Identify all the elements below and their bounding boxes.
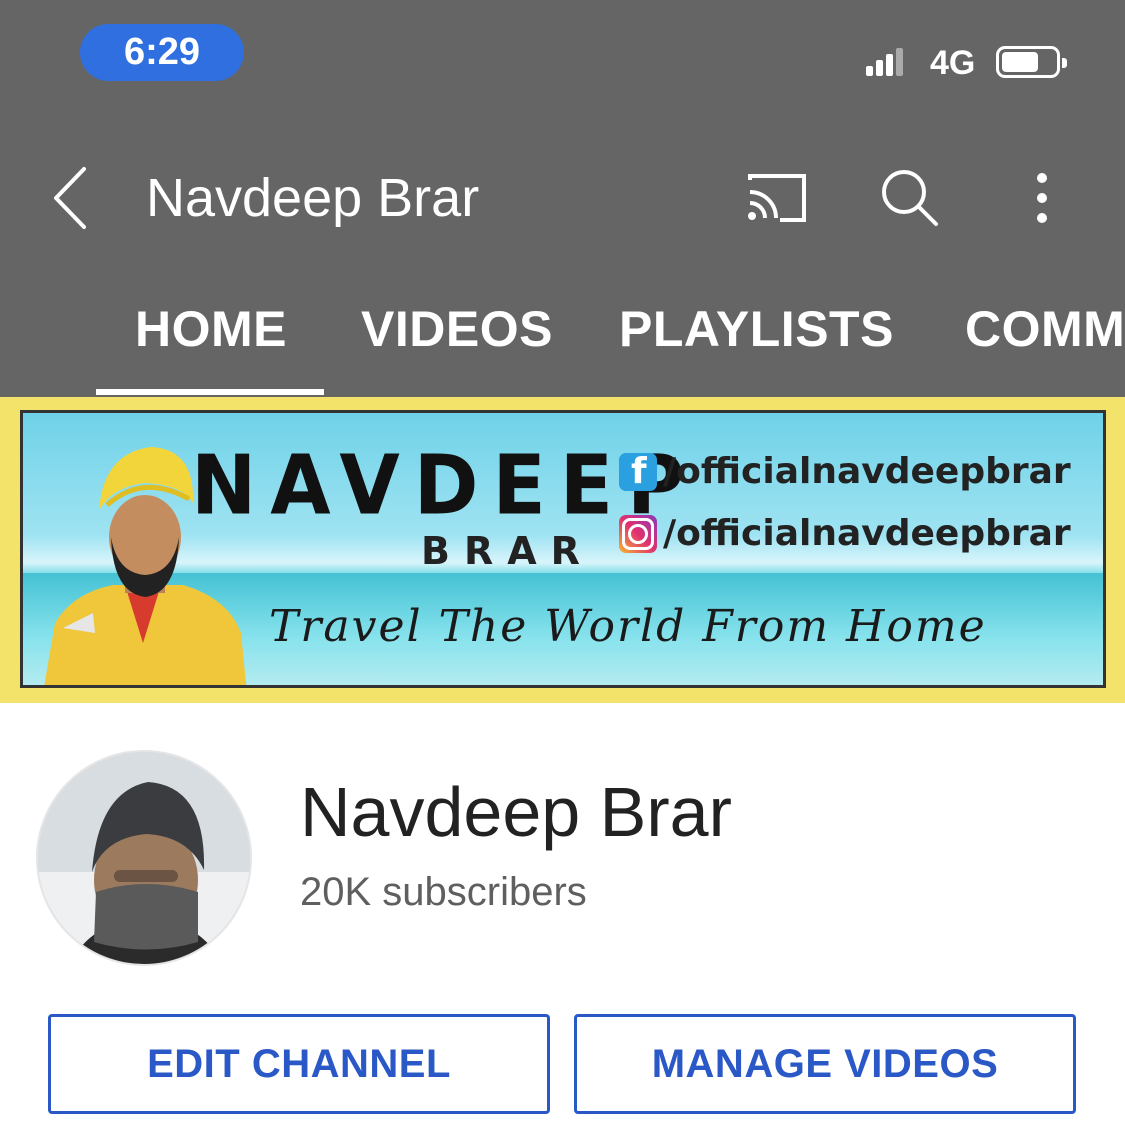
network-type: 4G <box>930 44 976 82</box>
avatar-image <box>38 752 250 964</box>
banner-brand-subtitle: BRAR <box>421 529 594 573</box>
battery-icon <box>996 46 1067 78</box>
banner-facebook-row: /officialnavdeepbrar <box>619 451 1071 492</box>
active-tab-indicator <box>96 389 324 395</box>
manage-videos-button[interactable]: MANAGE VIDEOS <box>574 1014 1076 1114</box>
more-vertical-icon <box>1037 173 1047 223</box>
tab-home[interactable]: HOME <box>135 300 287 358</box>
search-button[interactable] <box>878 166 940 228</box>
app-header: 6:29 4G Navdeep Brar HOME VIDEOS PLAYLIS… <box>0 0 1125 397</box>
banner-instagram-row: /officialnavdeepbrar <box>619 513 1071 554</box>
search-icon <box>882 170 938 226</box>
cast-button[interactable] <box>744 170 810 224</box>
back-button[interactable] <box>46 163 106 233</box>
channel-banner: NAVDEEP BRAR /officialnavdeepbrar /offic… <box>20 410 1106 688</box>
channel-name: Navdeep Brar <box>300 773 732 851</box>
facebook-icon <box>619 451 657 492</box>
instagram-icon <box>619 514 657 553</box>
banner-tagline: Travel The World From Home <box>269 601 987 652</box>
tab-community[interactable]: COMM <box>965 300 1125 358</box>
cast-icon <box>748 174 806 222</box>
status-time: 6:29 <box>80 24 244 81</box>
channel-tabs: HOME VIDEOS PLAYLISTS COMM <box>0 294 1125 397</box>
channel-avatar[interactable] <box>36 750 252 966</box>
facebook-handle: /officialnavdeepbrar <box>663 451 1071 492</box>
subscriber-count: 20K subscribers <box>300 870 587 914</box>
page-title: Navdeep Brar <box>146 168 480 228</box>
tab-playlists[interactable]: PLAYLISTS <box>619 300 894 358</box>
tab-videos[interactable]: VIDEOS <box>361 300 553 358</box>
edit-channel-button[interactable]: EDIT CHANNEL <box>48 1014 550 1114</box>
more-options-button[interactable] <box>1020 170 1064 226</box>
chevron-left-icon <box>54 167 86 229</box>
instagram-handle: /officialnavdeepbrar <box>663 513 1071 554</box>
signal-strength-icon <box>866 48 906 76</box>
